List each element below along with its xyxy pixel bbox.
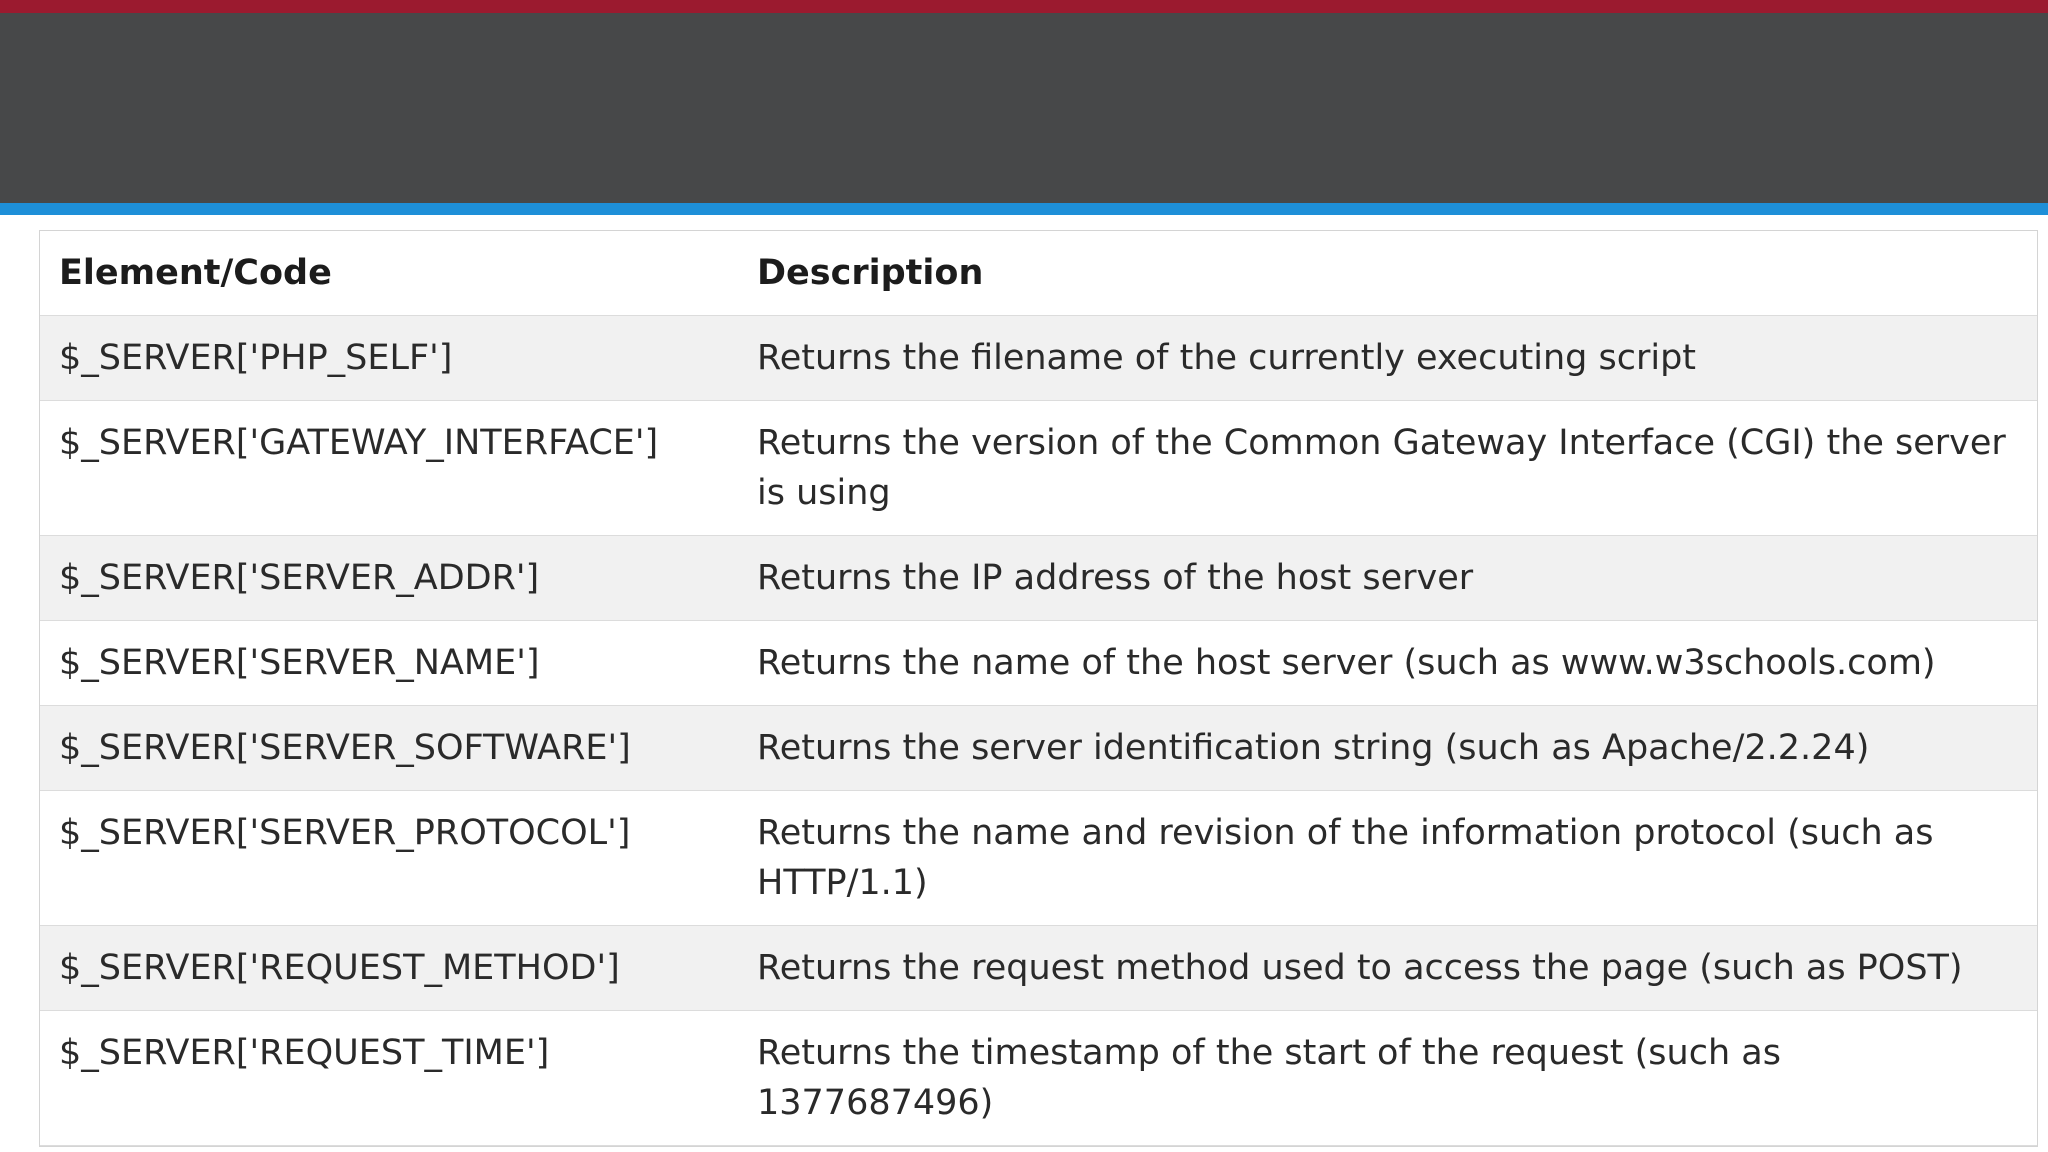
cell-description: Returns the IP address of the host serve… xyxy=(738,535,2037,621)
table-row: $_SERVER['SERVER_SOFTWARE'] Returns the … xyxy=(40,705,2037,791)
cell-code: $_SERVER['SERVER_ADDR'] xyxy=(40,535,738,621)
cell-code: $_SERVER['SERVER_PROTOCOL'] xyxy=(40,790,738,926)
cell-description: Returns the request method used to acces… xyxy=(738,925,2037,1011)
header-band xyxy=(0,13,2048,203)
table-row: $_SERVER['REQUEST_METHOD'] Returns the r… xyxy=(40,925,2037,1011)
table-row: $_SERVER['REQUEST_TIME'] Returns the tim… xyxy=(40,1010,2037,1146)
table-row: $_SERVER['SERVER_NAME'] Returns the name… xyxy=(40,620,2037,706)
cell-description: Returns the server identification string… xyxy=(738,705,2037,791)
top-accent-stripe xyxy=(0,0,2048,13)
cell-description: Returns the timestamp of the start of th… xyxy=(738,1010,2037,1146)
cell-description: Returns the version of the Common Gatewa… xyxy=(738,400,2037,536)
cell-code: $_SERVER['SERVER_NAME'] xyxy=(40,620,738,706)
table-row: $_SERVER['GATEWAY_INTERFACE'] Returns th… xyxy=(40,400,2037,536)
cell-code: $_SERVER['REQUEST_METHOD'] xyxy=(40,925,738,1011)
column-header-element-code: Element/Code xyxy=(40,231,738,316)
table-header-row: Element/Code Description xyxy=(40,231,2037,316)
cell-description: Returns the name and revision of the inf… xyxy=(738,790,2037,926)
table-row: $_SERVER['SERVER_PROTOCOL'] Returns the … xyxy=(40,790,2037,926)
cell-description: Returns the name of the host server (suc… xyxy=(738,620,2037,706)
table-row: $_SERVER['PHP_SELF'] Returns the filenam… xyxy=(40,315,2037,401)
server-variables-table: Element/Code Description $_SERVER['PHP_S… xyxy=(40,231,2037,1146)
cell-description: Returns the filename of the currently ex… xyxy=(738,315,2037,401)
server-variables-table-container: Element/Code Description $_SERVER['PHP_S… xyxy=(39,230,2038,1147)
cell-code: $_SERVER['PHP_SELF'] xyxy=(40,315,738,401)
cell-code: $_SERVER['REQUEST_TIME'] xyxy=(40,1010,738,1146)
column-header-description: Description xyxy=(738,231,2037,316)
cell-code: $_SERVER['SERVER_SOFTWARE'] xyxy=(40,705,738,791)
header-underline-stripe xyxy=(0,203,2048,215)
cell-code: $_SERVER['GATEWAY_INTERFACE'] xyxy=(40,400,738,536)
table-row: $_SERVER['SERVER_ADDR'] Returns the IP a… xyxy=(40,535,2037,621)
